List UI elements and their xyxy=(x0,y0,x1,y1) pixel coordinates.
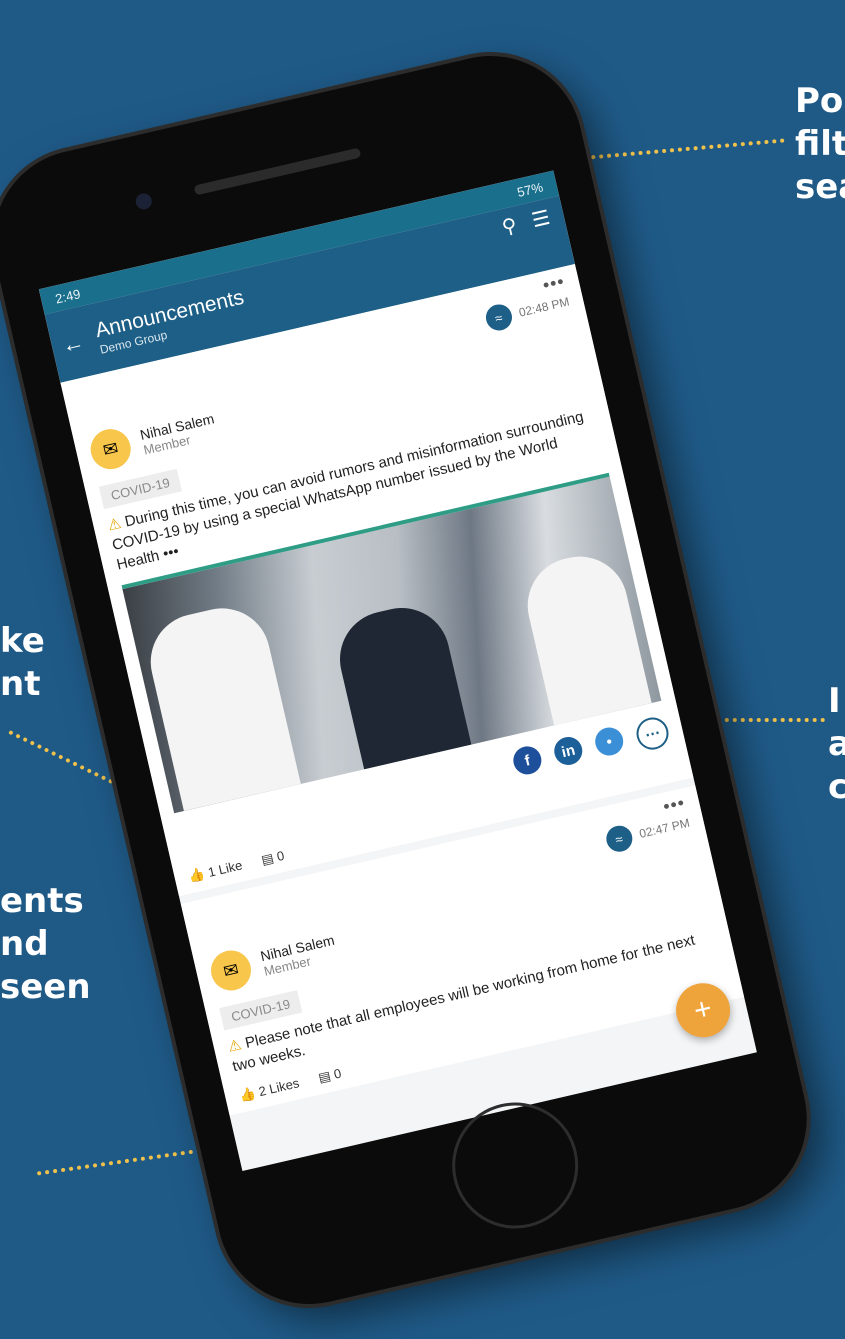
like-count: 1 Like xyxy=(206,857,244,880)
like-button[interactable]: 👍 1 Like xyxy=(187,857,244,885)
facebook-icon[interactable]: f xyxy=(510,743,545,778)
like-button[interactable]: 👍 2 Likes xyxy=(238,1075,301,1104)
author-info: Nihal Salem Member xyxy=(259,931,340,978)
callout-left-mid: ke nt xyxy=(0,620,45,706)
speaker xyxy=(193,147,362,196)
callout-text: filt xyxy=(795,124,845,164)
phone-body: 2:49 57% ← Announcements Demo Group ⚲ ☰ … xyxy=(0,37,826,1323)
callout-text: nd xyxy=(0,924,49,964)
comment-count: 0 xyxy=(275,847,286,865)
megaphone-avatar-icon: ✉ xyxy=(86,425,135,474)
photo-person xyxy=(330,598,472,770)
comment-button[interactable]: ▤ 0 xyxy=(260,848,286,869)
callout-text: seen xyxy=(0,967,91,1007)
rss-feed-icon: ≈ xyxy=(483,301,515,334)
phone-mockup: 2:49 57% ← Announcements Demo Group ⚲ ☰ … xyxy=(0,37,826,1323)
megaphone-avatar-icon: ✉ xyxy=(207,946,255,995)
app-screen: 2:49 57% ← Announcements Demo Group ⚲ ☰ … xyxy=(38,170,757,1172)
filter-icon[interactable]: ☰ xyxy=(529,205,552,233)
more-share-icon[interactable]: ⋯ xyxy=(633,714,672,753)
twitter-icon[interactable]: • xyxy=(592,724,626,759)
callout-text: ents xyxy=(0,881,84,921)
comment-count: 0 xyxy=(332,1065,343,1082)
photo-person xyxy=(141,598,301,811)
post-time: 02:47 PM xyxy=(637,815,692,841)
callout-text: c xyxy=(828,767,845,807)
callout-text: Po xyxy=(795,81,844,121)
author-info: Nihal Salem Member xyxy=(138,410,219,457)
callout-text: nt xyxy=(0,664,41,704)
callout-text: ke xyxy=(0,621,45,661)
comment-button[interactable]: ▤ 0 xyxy=(317,1066,343,1087)
post-time: 02:48 PM xyxy=(517,294,571,320)
search-icon[interactable]: ⚲ xyxy=(500,212,520,240)
callout-left-bottom: ents nd seen xyxy=(0,880,91,1009)
like-count: 2 Likes xyxy=(257,1075,301,1100)
status-time: 2:49 xyxy=(53,285,82,307)
linkedin-icon[interactable]: in xyxy=(551,734,586,768)
camera-icon xyxy=(134,191,154,211)
warning-icon: ⚠ xyxy=(226,1036,244,1056)
rss-feed-icon: ≈ xyxy=(603,823,635,855)
warning-icon: ⚠ xyxy=(106,514,123,535)
callout-text: a xyxy=(828,724,845,764)
read-more-icon[interactable]: ••• xyxy=(161,543,180,563)
status-battery: 57% xyxy=(515,178,545,200)
callout-text: sea xyxy=(795,167,845,207)
callout-text: I xyxy=(828,681,841,721)
callout-right-mid: I a c xyxy=(828,680,845,809)
callout-top-right: Po filt sea xyxy=(795,80,845,209)
app-bar-actions: ⚲ ☰ xyxy=(500,205,553,240)
photo-person xyxy=(518,547,652,726)
back-arrow-icon[interactable]: ← xyxy=(59,329,86,359)
